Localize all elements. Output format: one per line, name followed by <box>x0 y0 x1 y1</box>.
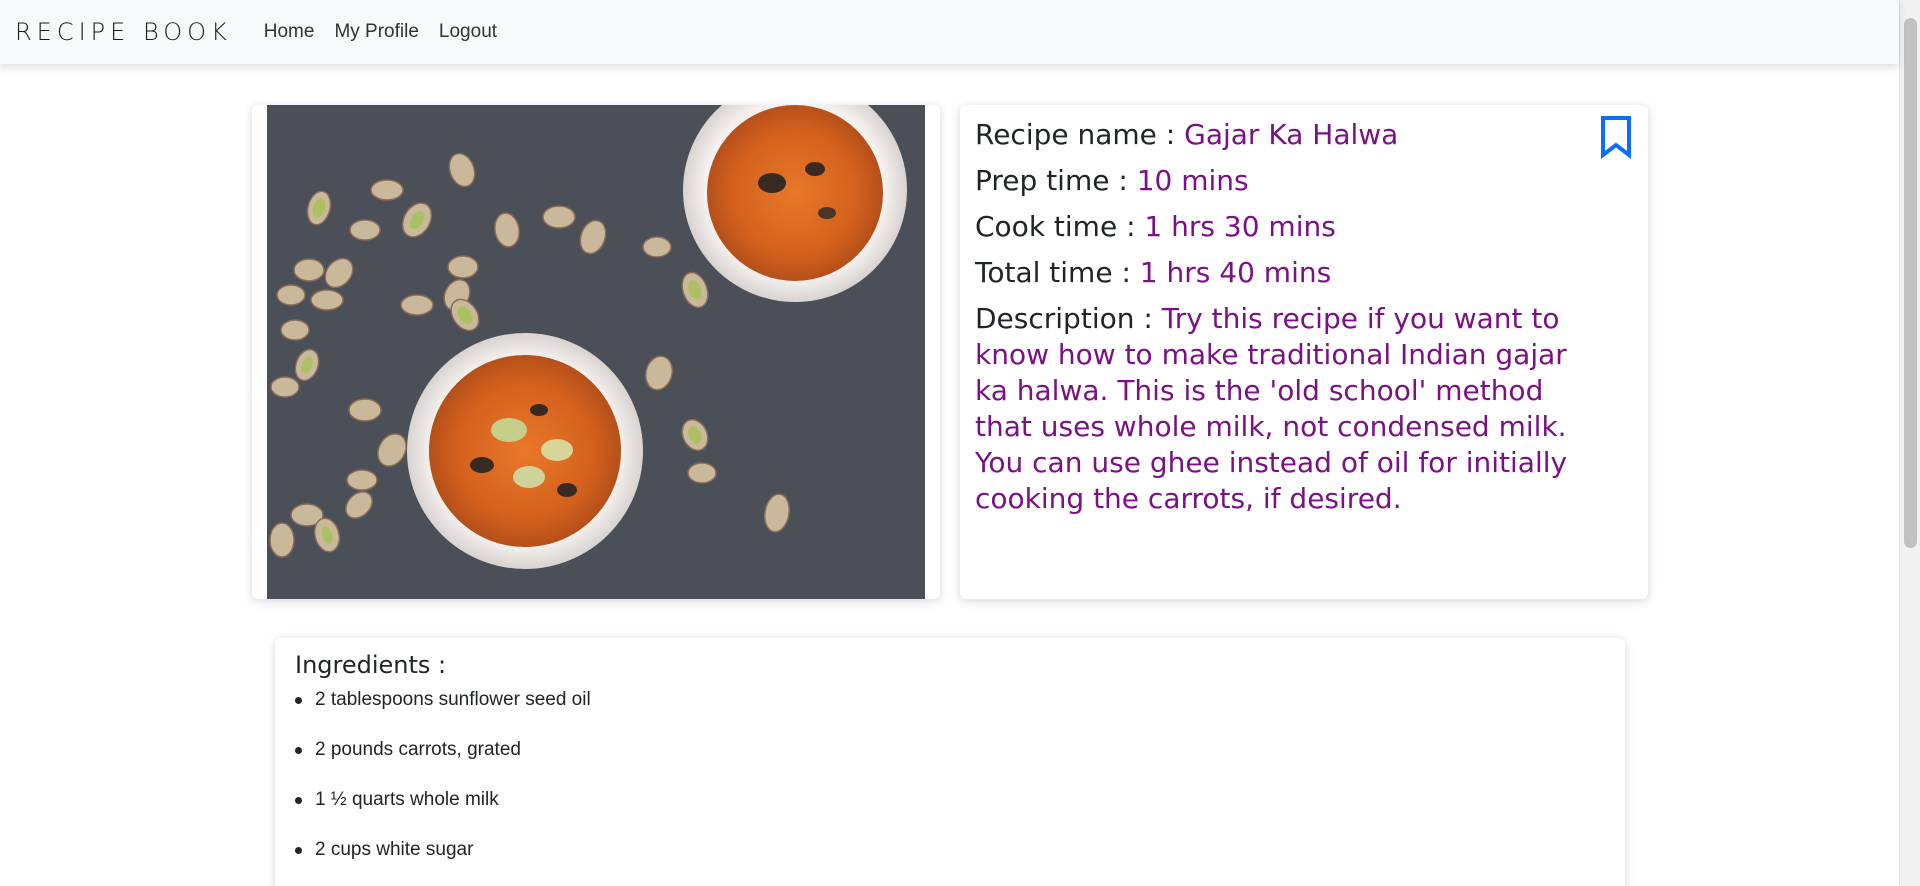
cook-time-label: Cook time : <box>975 210 1145 243</box>
nav-link-home[interactable]: Home <box>264 21 315 43</box>
ingredients-card: Ingredients : 2 tablespoons sunflower se… <box>275 638 1625 886</box>
recipe-info-card: Recipe name : Gajar Ka Halwa Prep time :… <box>960 105 1648 599</box>
nav-links: Home My Profile Logout <box>264 21 517 43</box>
recipe-photo <box>267 105 925 599</box>
bullet-icon <box>295 746 302 754</box>
cook-time-row: Cook time : 1 hrs 30 mins <box>975 209 1595 245</box>
ingredients-title: Ingredients : <box>295 651 447 679</box>
brand-logo[interactable]: RECIPE BOOK <box>15 18 232 46</box>
ingredients-list: 2 tablespoons sunflower seed oil 2 pound… <box>295 688 1605 862</box>
bullet-icon <box>295 796 302 804</box>
bullet-icon <box>295 696 302 704</box>
prep-time-value: 10 mins <box>1136 164 1249 197</box>
ingredient-text: 2 pounds carrots, grated <box>315 739 521 760</box>
navbar: RECIPE BOOK Home My Profile Logout <box>0 0 1899 64</box>
recipe-name-label: Recipe name : <box>975 118 1185 151</box>
ingredient-text: 2 tablespoons sunflower seed oil <box>315 689 591 710</box>
ingredient-text: 1 ½ quarts whole milk <box>315 789 499 810</box>
total-time-label: Total time : <box>975 256 1140 289</box>
ingredient-item: 2 cups white sugar <box>295 838 1605 862</box>
ingredient-item: 1 ½ quarts whole milk <box>295 788 1605 812</box>
nav-link-logout[interactable]: Logout <box>439 21 497 43</box>
recipe-name-row: Recipe name : Gajar Ka Halwa <box>975 117 1595 153</box>
total-time-value: 1 hrs 40 mins <box>1139 256 1332 289</box>
cook-time-value: 1 hrs 30 mins <box>1144 210 1336 243</box>
description-row: Description : Try this recipe if you wan… <box>975 301 1595 517</box>
recipe-image-card <box>252 105 940 599</box>
bullet-icon <box>295 846 302 854</box>
ingredient-item: 2 tablespoons sunflower seed oil <box>295 688 1605 712</box>
ingredient-text: 2 cups white sugar <box>315 839 474 860</box>
ingredient-item: 2 pounds carrots, grated <box>295 738 1605 762</box>
prep-time-row: Prep time : 10 mins <box>975 163 1595 199</box>
nav-link-my-profile[interactable]: My Profile <box>334 21 418 43</box>
recipe-name-value: Gajar Ka Halwa <box>1184 118 1399 151</box>
prep-time-label: Prep time : <box>975 164 1137 197</box>
scrollbar-thumb[interactable] <box>1904 18 1917 548</box>
page-scrollbar[interactable] <box>1899 0 1920 886</box>
description-label: Description : <box>975 302 1162 335</box>
bookmark-icon[interactable] <box>1599 115 1633 160</box>
total-time-row: Total time : 1 hrs 40 mins <box>975 255 1595 291</box>
